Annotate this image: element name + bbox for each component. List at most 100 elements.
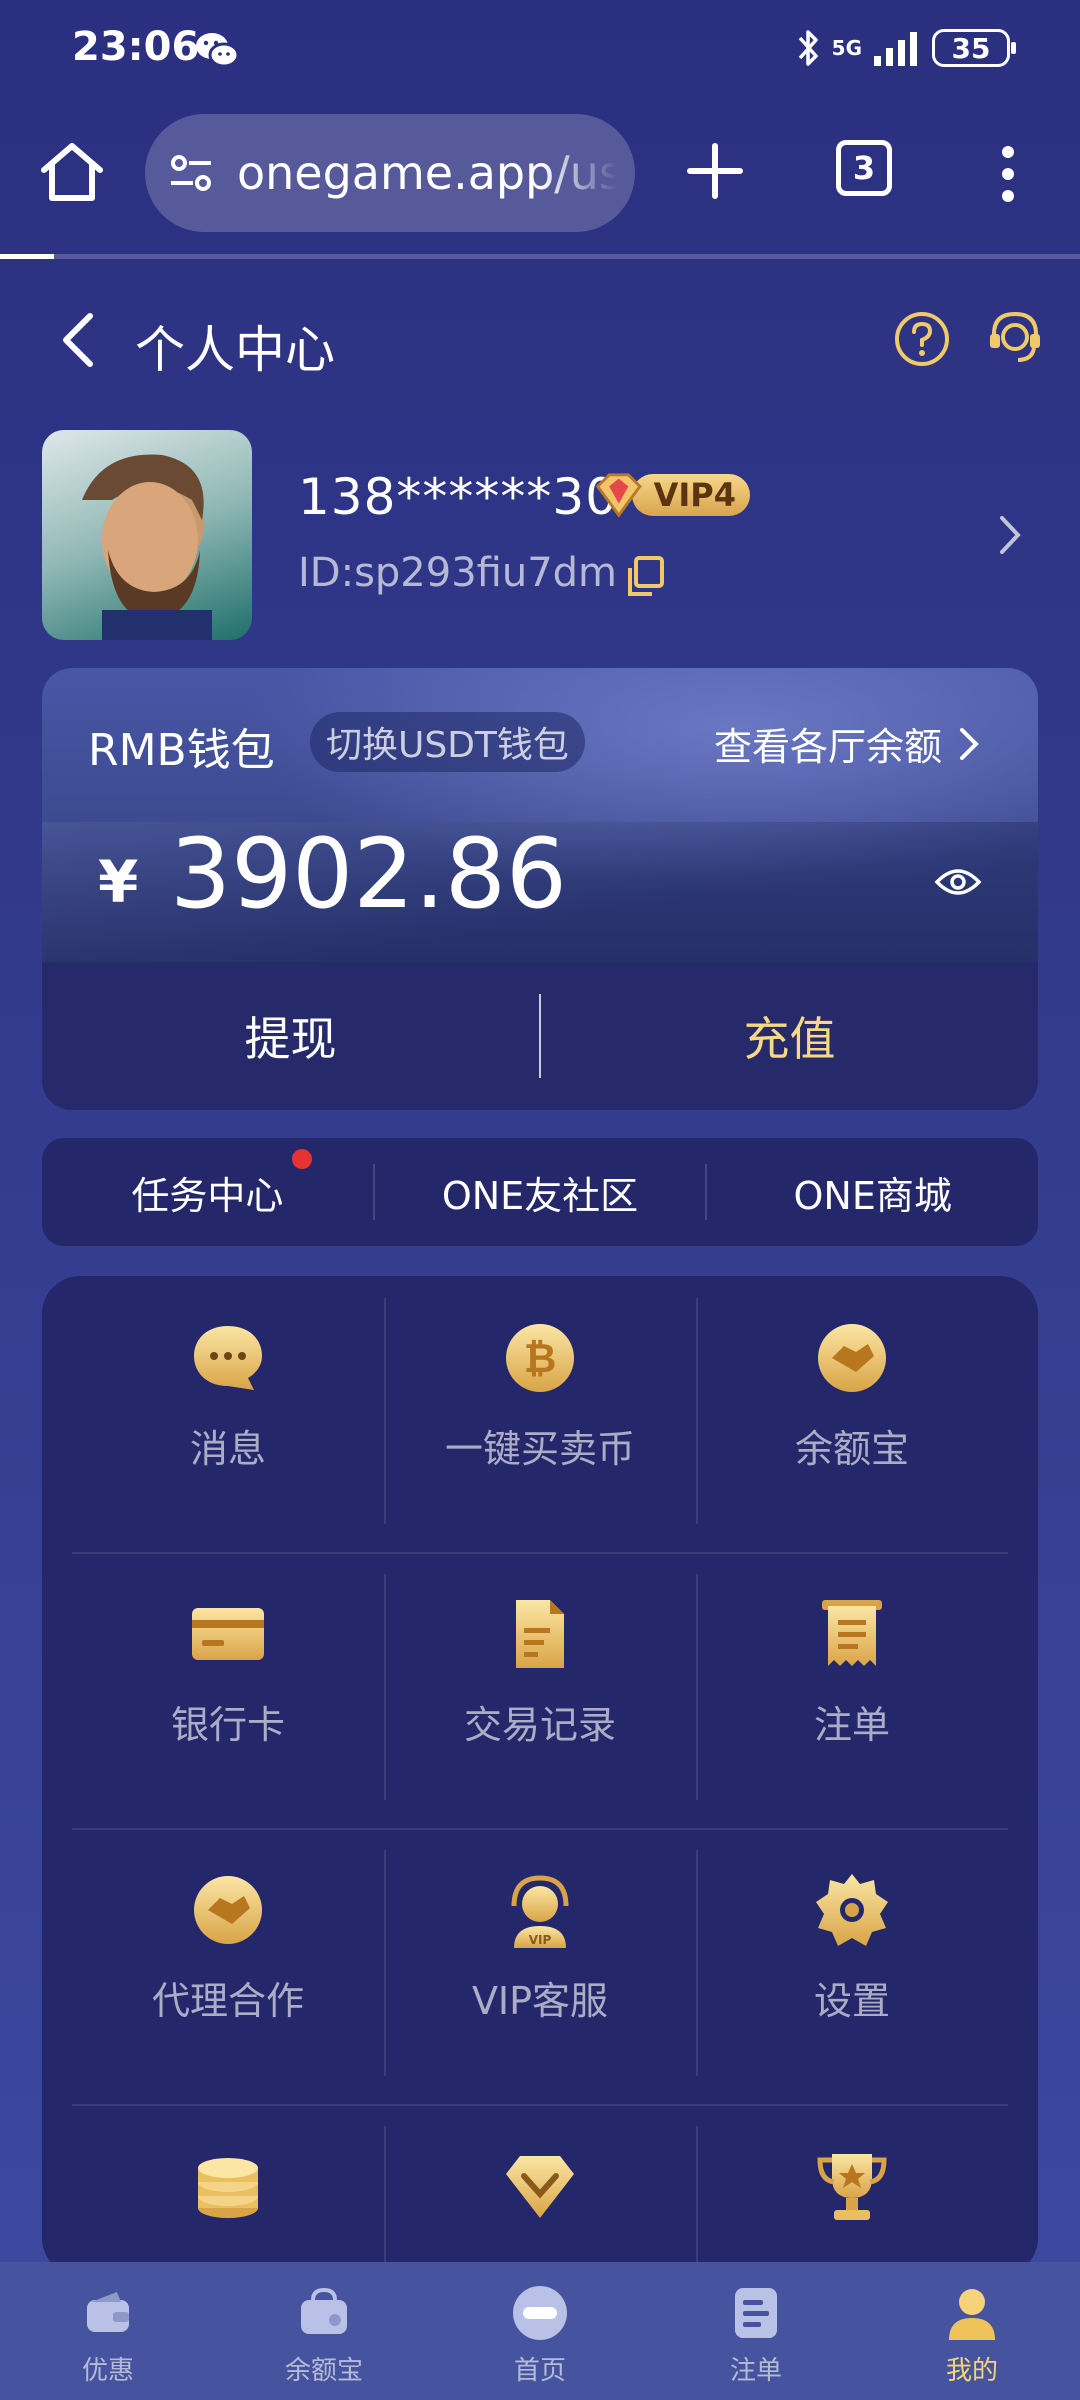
status-bar: 23:06 5G 35 [0, 0, 1080, 100]
user-id: ID:sp293fiu7dm [298, 550, 618, 596]
currency-symbol: ¥ [98, 848, 139, 916]
grid-item-label: 注单 [813, 1703, 890, 1747]
home-icon[interactable] [36, 136, 108, 208]
trophy-icon [817, 2154, 887, 2220]
more-menu-icon[interactable] [990, 144, 1026, 204]
site-settings-icon[interactable] [165, 147, 217, 199]
list-icon [735, 2288, 777, 2338]
nav-yuebao[interactable]: 余额宝 [216, 2262, 432, 2400]
quick-links: 任务中心 ONE友社区 ONE商城 [42, 1138, 1038, 1246]
bank-card-icon [192, 1608, 264, 1660]
purse-icon [301, 2287, 347, 2334]
grid-item-bets[interactable]: 注单 [696, 1552, 1008, 1800]
wallet-actions: 提现 充值 [42, 962, 1038, 1110]
coins-stack-icon [198, 2158, 258, 2218]
grid-item-messages[interactable]: 消息 [72, 1276, 384, 1502]
grid-item-label: 交易记录 [463, 1703, 616, 1747]
profile-summary[interactable]: 138******30 VIP4 ID:sp293fiu7dm [42, 430, 1042, 640]
address-bar[interactable]: onegame.app/us [145, 114, 635, 232]
view-hall-balances-link[interactable]: 查看各厅余额 [714, 716, 982, 771]
bluetooth-icon [798, 30, 818, 66]
bottom-navigation: 优惠 余额宝 首页 注单 我的 [0, 2262, 1080, 2400]
new-tab-icon[interactable] [684, 140, 746, 202]
task-center-link[interactable]: 任务中心 [42, 1148, 373, 1220]
nav-promotions[interactable]: 优惠 [0, 2262, 216, 2400]
nav-label: 我的 [945, 2356, 998, 2386]
gear-icon [816, 1874, 888, 1946]
grid-item-label: 银行卡 [170, 1703, 285, 1747]
status-time: 23:06 [72, 24, 200, 70]
nav-label: 余额宝 [284, 2356, 363, 2386]
document-icon [516, 1600, 564, 1668]
nav-mine[interactable]: 我的 [864, 2262, 1080, 2400]
handshake-icon [818, 1324, 886, 1392]
back-arrow-icon[interactable] [50, 310, 110, 370]
grid-item-bank-card[interactable]: 银行卡 [72, 1552, 384, 1778]
copy-icon[interactable] [622, 554, 666, 598]
grid-item-label: 余额宝 [794, 1427, 909, 1471]
recharge-button[interactable]: 充值 [541, 962, 1038, 1110]
wechat-icon [196, 33, 240, 68]
user-icon [949, 2289, 995, 2340]
customer-service-icon[interactable] [984, 306, 1046, 368]
wallet-name: RMB钱包 [88, 725, 275, 776]
avatar-portrait [82, 454, 212, 640]
page-load-progress [0, 254, 1080, 259]
tabs-button[interactable]: 3 [836, 140, 892, 196]
grid-row: 银行卡 交易记录 注单 [72, 1552, 1008, 1800]
user-phone: 138******30 [298, 468, 619, 526]
notification-dot [292, 1148, 312, 1169]
tab-count: 3 [852, 149, 876, 187]
chevron-right-icon[interactable] [990, 510, 1030, 560]
feature-grid: 消息 ₿ 一键买卖币 余额宝 银行卡 交易记录 注单 代理合作 VIP VIP客… [42, 1276, 1038, 2352]
page-header: 个人中心 [0, 290, 1080, 390]
grid-item-label: 消息 [189, 1427, 266, 1471]
switch-wallet-button[interactable]: 切换USDT钱包 [310, 712, 585, 772]
grid-item-buy-sell-coin[interactable]: ₿ 一键买卖币 [384, 1276, 696, 1524]
chevron-right-icon [960, 727, 979, 760]
vip-service-icon: VIP [511, 1875, 569, 1948]
task-center-label: 任务中心 [131, 1173, 284, 1218]
wallet-card: RMB钱包 切换USDT钱包 查看各厅余额 ¥ 3902.86 提现 充值 [42, 668, 1038, 1110]
message-icon [194, 1326, 262, 1390]
signal-icon [874, 32, 917, 66]
grid-item-settings[interactable]: 设置 [696, 1828, 1008, 2076]
eye-icon[interactable] [934, 864, 982, 900]
browser-toolbar: onegame.app/us 3 [0, 110, 1080, 240]
battery-level: 35 [951, 31, 991, 65]
wallet-icon [87, 2292, 129, 2332]
grid-item-label: 代理合作 [151, 1979, 304, 2023]
svg-text:₿: ₿ [524, 1336, 557, 1382]
nav-bets[interactable]: 注单 [648, 2262, 864, 2400]
page-title: 个人中心 [135, 321, 335, 379]
community-link[interactable]: ONE友社区 [375, 1165, 706, 1220]
url-text[interactable]: onegame.app/us [237, 146, 617, 200]
help-icon[interactable] [893, 310, 951, 368]
grid-item-label: 设置 [813, 1979, 890, 2023]
receipt-icon [822, 1600, 882, 1666]
mall-link[interactable]: ONE商城 [707, 1165, 1038, 1220]
grid-row: 消息 ₿ 一键买卖币 余额宝 [72, 1276, 1008, 1524]
vip-badge: VIP4 [590, 468, 750, 522]
grid-row: 代理合作 VIP VIP客服 设置 [72, 1828, 1008, 2076]
battery-indicator: 35 [932, 29, 1016, 67]
grid-item-label: 一键买卖币 [444, 1427, 635, 1471]
grid-item-agency[interactable]: 代理合作 [72, 1828, 384, 2054]
progress-fill [0, 254, 54, 259]
diamond-icon [506, 2156, 574, 2218]
nav-label: 首页 [513, 2356, 566, 2386]
bitcoin-icon: ₿ [506, 1324, 574, 1392]
nav-label: 注单 [729, 2356, 782, 2386]
withdraw-button[interactable]: 提现 [42, 962, 539, 1110]
diamond-badge-icon [595, 473, 642, 518]
grid-item-yuebao[interactable]: 余额宝 [696, 1276, 1008, 1524]
avatar[interactable] [42, 430, 252, 640]
handshake-icon [194, 1876, 262, 1944]
grid-item-vip-service[interactable]: VIP VIP客服 [384, 1828, 696, 2076]
wallet-balance: 3902.86 [170, 818, 567, 930]
grid-item-transactions[interactable]: 交易记录 [384, 1552, 696, 1800]
view-hall-balances-label: 查看各厅余额 [713, 725, 942, 769]
network-label: 5G [831, 36, 862, 60]
nav-home[interactable]: 首页 [432, 2262, 648, 2400]
vip-level: VIP4 [631, 474, 750, 516]
